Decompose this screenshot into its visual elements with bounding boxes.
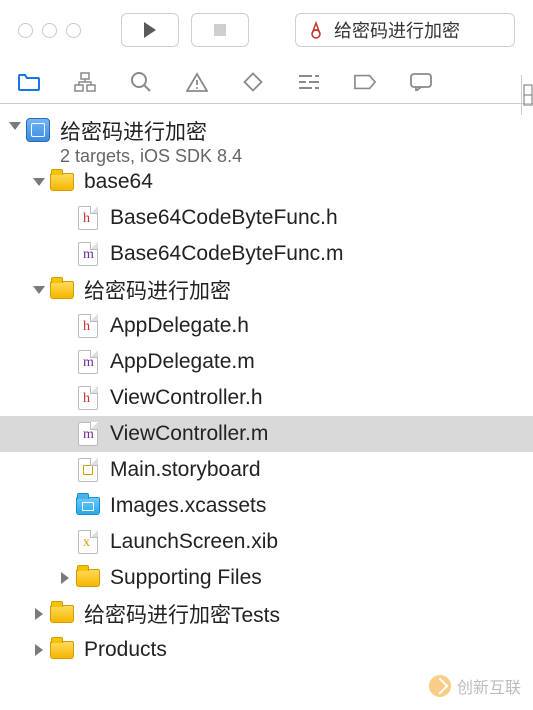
file-label: Base64CodeByteFunc.m — [110, 242, 343, 266]
disclosure-triangle[interactable] — [32, 644, 46, 656]
window-toolbar: 给密码进行加密 — [0, 0, 533, 60]
editor-split-indicator — [521, 75, 533, 115]
project-icon — [26, 118, 50, 142]
tree-file[interactable]: h Base64CodeByteFunc.h — [0, 200, 533, 236]
folder-icon — [18, 73, 40, 91]
tree-file[interactable]: h AppDelegate.h — [0, 308, 533, 344]
project-name: 给密码进行加密 — [60, 116, 242, 146]
debug-navigator-tab[interactable] — [298, 71, 320, 93]
impl-file-icon: m — [76, 242, 100, 266]
impl-file-icon: m — [76, 422, 100, 446]
project-navigator-tab[interactable] — [18, 71, 40, 93]
gauge-icon — [298, 73, 320, 91]
tree-group-base64[interactable]: base64 — [0, 164, 533, 200]
breakpoint-icon — [354, 74, 376, 90]
zoom-window-button[interactable] — [66, 23, 81, 38]
toolbar-run-controls — [121, 13, 249, 47]
run-button[interactable] — [121, 13, 179, 47]
file-label: AppDelegate.h — [110, 314, 249, 338]
test-navigator-tab[interactable] — [242, 71, 264, 93]
close-window-button[interactable] — [18, 23, 33, 38]
diamond-icon — [242, 71, 264, 93]
disclosure-triangle[interactable] — [32, 286, 46, 294]
tree-file[interactable]: Images.xcassets — [0, 488, 533, 524]
report-navigator-tab[interactable] — [410, 71, 432, 93]
impl-file-icon: m — [76, 350, 100, 374]
find-navigator-tab[interactable] — [130, 71, 152, 93]
project-navigator-tree: 给密码进行加密 2 targets, iOS SDK 8.4 base64 h … — [0, 104, 533, 676]
search-icon — [130, 71, 152, 93]
tree-group-tests[interactable]: 给密码进行加密Tests — [0, 596, 533, 632]
app-icon — [306, 20, 326, 40]
header-file-icon: h — [76, 314, 100, 338]
speech-icon — [410, 73, 432, 91]
file-label: ViewController.h — [110, 386, 263, 410]
project-subtitle: 2 targets, iOS SDK 8.4 — [60, 146, 242, 167]
scheme-label: 给密码进行加密 — [334, 17, 460, 43]
play-icon — [144, 22, 156, 38]
tree-group-supporting[interactable]: Supporting Files — [0, 560, 533, 596]
folder-icon — [50, 638, 74, 662]
breakpoint-navigator-tab[interactable] — [354, 71, 376, 93]
hierarchy-icon — [74, 72, 96, 92]
warning-icon — [186, 72, 208, 92]
file-label: Base64CodeByteFunc.h — [110, 206, 338, 230]
minimize-window-button[interactable] — [42, 23, 57, 38]
folder-icon — [50, 278, 74, 302]
tree-file-selected[interactable]: m ViewController.m — [0, 416, 533, 452]
file-label: LaunchScreen.xib — [110, 530, 278, 554]
tree-file[interactable]: m AppDelegate.m — [0, 344, 533, 380]
watermark-text: 创新互联 — [457, 674, 521, 698]
group-label: Supporting Files — [110, 566, 262, 590]
header-file-icon: h — [76, 386, 100, 410]
file-label: AppDelegate.m — [110, 350, 255, 374]
tree-group-main[interactable]: 给密码进行加密 — [0, 272, 533, 308]
issue-navigator-tab[interactable] — [186, 71, 208, 93]
storyboard-file-icon — [76, 458, 100, 482]
tree-file[interactable]: Main.storyboard — [0, 452, 533, 488]
tree-project-root[interactable]: 给密码进行加密 2 targets, iOS SDK 8.4 — [0, 112, 533, 164]
tree-file[interactable]: m Base64CodeByteFunc.m — [0, 236, 533, 272]
disclosure-triangle[interactable] — [32, 608, 46, 620]
folder-icon — [50, 170, 74, 194]
file-label: ViewController.m — [110, 422, 268, 446]
watermark-icon — [429, 675, 451, 697]
folder-icon — [76, 566, 100, 590]
folder-icon — [50, 602, 74, 626]
group-label: 给密码进行加密 — [84, 275, 231, 305]
group-label: 给密码进行加密Tests — [84, 599, 280, 629]
disclosure-triangle[interactable] — [58, 572, 72, 584]
group-label: base64 — [84, 170, 153, 194]
tree-group-products[interactable]: Products — [0, 632, 533, 668]
scheme-selector[interactable]: 给密码进行加密 — [295, 13, 515, 47]
group-label: Products — [84, 638, 167, 662]
navigator-tab-bar — [0, 60, 533, 104]
stop-icon — [214, 24, 226, 36]
header-file-icon: h — [76, 206, 100, 230]
assets-folder-icon — [76, 494, 100, 518]
file-label: Main.storyboard — [110, 458, 261, 482]
disclosure-triangle[interactable] — [32, 178, 46, 186]
xib-file-icon: x — [76, 530, 100, 554]
stop-button[interactable] — [191, 13, 249, 47]
disclosure-triangle[interactable] — [8, 122, 22, 130]
watermark: 创新互联 — [429, 674, 521, 698]
tree-file[interactable]: x LaunchScreen.xib — [0, 524, 533, 560]
file-label: Images.xcassets — [110, 494, 266, 518]
window-controls — [18, 23, 81, 38]
symbol-navigator-tab[interactable] — [74, 71, 96, 93]
tree-file[interactable]: h ViewController.h — [0, 380, 533, 416]
